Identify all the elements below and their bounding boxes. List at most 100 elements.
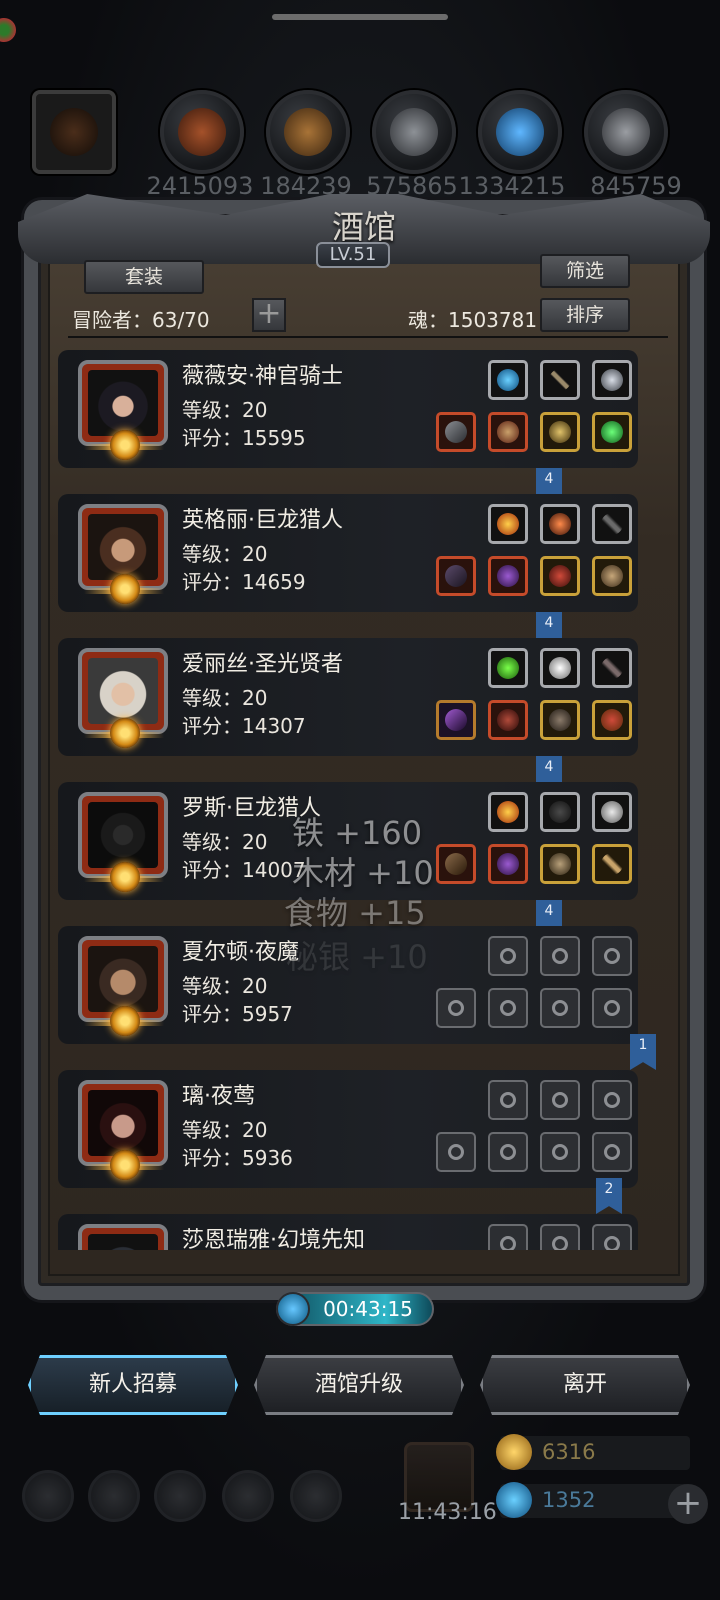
suit-button[interactable]: 套装 [84, 260, 204, 294]
hero-score: 评分：14307 [182, 714, 306, 738]
orb-accessory-icon[interactable] [488, 360, 528, 400]
empty-slot-ring-icon[interactable] [540, 1132, 580, 1172]
red-gauntlet-icon[interactable] [540, 556, 580, 596]
white-feather-icon[interactable] [540, 648, 580, 688]
mask-icon[interactable] [540, 700, 580, 740]
clock-icon [276, 1292, 310, 1326]
empty-slot-ring-icon[interactable] [592, 1132, 632, 1172]
empty-slot-hourglass-icon[interactable] [540, 1080, 580, 1120]
recruit-button[interactable]: 新人招募 [28, 1355, 238, 1415]
green-gem-icon[interactable] [592, 412, 632, 452]
purple-helmet-icon[interactable] [488, 844, 528, 884]
hooded-figure-icon[interactable] [32, 90, 116, 174]
fire-ring-icon[interactable] [488, 504, 528, 544]
filter-button[interactable]: 筛选 [540, 254, 630, 288]
wing-icon[interactable] [592, 792, 632, 832]
empty-slot-weapon-icon[interactable] [436, 1132, 476, 1172]
empty-slot-ring-icon[interactable] [592, 988, 632, 1028]
armor-chest-icon[interactable] [488, 412, 528, 452]
guild-icon[interactable] [154, 1470, 206, 1522]
hero-card[interactable]: 莎恩瑞雅·幻境先知 [58, 1214, 638, 1250]
axe-weapon-icon[interactable] [436, 412, 476, 452]
hero-level: 等级：20 [182, 830, 268, 854]
hero-portrait[interactable] [78, 936, 168, 1036]
add-currency-button[interactable]: + [668, 1484, 708, 1524]
gear-icon[interactable] [22, 1470, 74, 1522]
hero-card[interactable]: 璃·夜莺 等级：20 评分：5936 [58, 1070, 638, 1188]
heart-amulet-icon[interactable] [592, 700, 632, 740]
stone-icon[interactable] [372, 90, 456, 174]
emblem-accessory-icon[interactable] [592, 360, 632, 400]
mail-icon[interactable] [222, 1470, 274, 1522]
hero-portrait[interactable] [78, 1080, 168, 1180]
shield-icon[interactable] [540, 412, 580, 452]
hero-portrait[interactable] [78, 1224, 168, 1250]
rank-medal-icon [110, 862, 140, 892]
hero-portrait[interactable] [78, 792, 168, 892]
empty-slot-ring-icon[interactable] [540, 988, 580, 1028]
empty-slot-hourglass-icon[interactable] [592, 936, 632, 976]
empty-slot-hourglass-icon[interactable] [540, 936, 580, 976]
wood-icon[interactable] [266, 90, 350, 174]
feather-icon[interactable] [592, 504, 632, 544]
hero-portrait[interactable] [78, 360, 168, 460]
fire-ring-icon[interactable] [488, 792, 528, 832]
star-rank-ribbon: 1 [630, 1034, 656, 1070]
expand-capacity-button[interactable]: + [252, 298, 286, 332]
hero-score: 评分：5957 [182, 1002, 293, 1026]
empty-slot-drop-icon[interactable] [488, 1080, 528, 1120]
glove-icon[interactable] [540, 792, 580, 832]
hero-level: 等级：20 [182, 1118, 268, 1142]
dagger-icon[interactable] [592, 844, 632, 884]
hero-portrait[interactable] [78, 648, 168, 748]
sort-button[interactable]: 排序 [540, 298, 630, 332]
floating-gain-text: 秘银 +10 [286, 938, 428, 976]
crystal-count: 1334215 [458, 172, 566, 200]
hero-card[interactable]: 薇薇安·神官骑士 等级：20 评分：15595 [58, 350, 638, 468]
staff-weapon-icon[interactable] [436, 700, 476, 740]
scroll-accessory-icon[interactable] [540, 360, 580, 400]
upgrade-tavern-button[interactable]: 酒馆升级 [254, 1355, 464, 1415]
hero-level: 等级：20 [182, 398, 268, 422]
rank-medal-icon [110, 1150, 140, 1180]
hero-name: 爱丽丝·圣光贤者 [182, 652, 343, 677]
gem-icon [496, 1482, 532, 1518]
empty-slot-armor-icon[interactable] [488, 988, 528, 1028]
empty-slot-hourglass-icon[interactable] [592, 1224, 632, 1250]
empty-slot-drop-icon[interactable] [488, 936, 528, 976]
hero-list[interactable]: 薇薇安·神官骑士 等级：20 评分：15595 4 英格丽·巨龙猎人 等级：20… [58, 350, 670, 1250]
tavern-level-badge: LV.51 [316, 242, 390, 268]
empty-slot-drop-icon[interactable] [488, 1224, 528, 1250]
hero-portrait[interactable] [78, 504, 168, 604]
hero-card[interactable]: 爱丽丝·圣光贤者 等级：20 评分：14307 [58, 638, 638, 756]
floating-gain-text: 食物 +15 [284, 894, 426, 932]
crystal-icon[interactable] [478, 90, 562, 174]
green-vial-icon[interactable] [488, 648, 528, 688]
leave-button[interactable]: 离开 [480, 1355, 690, 1415]
candelabra-icon[interactable] [540, 504, 580, 544]
hero-name: 英格丽·巨龙猎人 [182, 508, 343, 533]
rifle-weapon-icon[interactable] [436, 844, 476, 884]
empty-slot-hourglass-icon[interactable] [592, 1080, 632, 1120]
hero-card[interactable]: 英格丽·巨龙猎人 等级：20 评分：14659 [58, 494, 638, 612]
compass-icon[interactable] [540, 844, 580, 884]
empty-slot-hourglass-icon[interactable] [540, 1224, 580, 1250]
achievement-icon[interactable] [290, 1470, 342, 1522]
meat-count: 2415093 [146, 172, 254, 200]
system-home-bar [272, 14, 448, 20]
hero-name: 莎恩瑞雅·幻境先知 [182, 1228, 365, 1250]
iron-icon[interactable] [584, 90, 668, 174]
emblem-icon[interactable] [88, 1470, 140, 1522]
crossbow-weapon-icon[interactable] [436, 556, 476, 596]
relic-icon[interactable] [592, 556, 632, 596]
rank-medal-icon [110, 574, 140, 604]
meat-icon[interactable] [160, 90, 244, 174]
robe-armor-icon[interactable] [488, 700, 528, 740]
hero-score: 评分：5936 [182, 1146, 293, 1170]
gem-amount: 1352 [542, 1488, 596, 1512]
dark-feather-icon[interactable] [592, 648, 632, 688]
hero-name: 薇薇安·神官骑士 [182, 364, 343, 389]
empty-slot-weapon-icon[interactable] [436, 988, 476, 1028]
purple-helmet-icon[interactable] [488, 556, 528, 596]
empty-slot-armor-icon[interactable] [488, 1132, 528, 1172]
